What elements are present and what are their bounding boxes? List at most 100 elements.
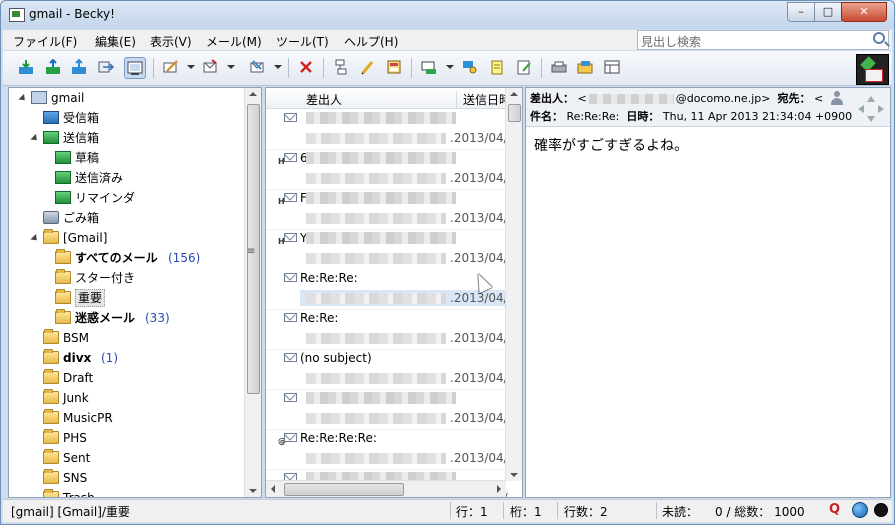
compose-button[interactable] [161,57,181,77]
message-body[interactable]: 確率がすごすぎるよね。 [534,135,688,155]
expand-arrow-icon[interactable] [18,93,28,104]
header-search-box[interactable]: 見出し検索 [637,30,889,50]
open-folder-button[interactable] [575,57,595,77]
print-button[interactable] [549,57,569,77]
redacted-subject [306,192,456,204]
folder-move-button[interactable] [419,57,439,77]
column-header-from[interactable]: 差出人 [306,91,342,108]
message-sender-line: .2013/04/ [300,410,508,426]
toolbar [3,51,892,86]
scroll-grip-icon: ≡ [247,246,256,257]
to-value[interactable]: < [814,92,823,105]
window-title: gmail - Becky! [29,7,115,21]
search-icon[interactable] [873,32,885,44]
redacted-sender [306,453,446,464]
envelope-icon [284,233,297,242]
maximize-button[interactable]: □ [814,2,842,22]
folder-label: ごみ箱 [63,211,100,225]
menu-help[interactable]: ヘルプ(H) [344,33,398,50]
read-mail-icon [284,273,297,282]
nav-up-arrow-icon[interactable] [867,96,875,102]
account-avatar-icon[interactable] [856,54,889,85]
scroll-down-arrow[interactable] [510,473,518,477]
folder-count: (156) [168,251,201,265]
scroll-left-arrow[interactable] [271,485,275,493]
folder-label: BSM [63,331,89,345]
forward-dropdown-arrow[interactable] [274,65,282,69]
folder-label: SNS [63,471,88,485]
find-button[interactable] [460,57,480,77]
globe-icon[interactable] [852,502,868,518]
find-icon [463,61,477,74]
close-button[interactable]: ✕ [841,2,887,22]
folder-count: (1) [101,351,118,365]
column-header-date[interactable]: 送信日時 [456,91,511,108]
message-row[interactable]: (no subject) .2013/04/ [266,349,508,390]
scroll-down-arrow[interactable] [249,489,257,493]
message-row[interactable]: @ Re:Re:Re:Re: .2013/04/ [266,429,508,470]
redacted-sender [306,293,446,304]
message-header: 差出人： < @docomo.ne.jp> 宛先： < 件名： Re:Re:Re:… [526,88,890,127]
folder-move-dropdown-arrow[interactable] [446,65,454,69]
menu-edit[interactable]: 編集(E) [95,33,136,50]
folder-label: 送信箱 [63,131,100,145]
edit-button[interactable] [357,57,377,77]
from-prefix: < [577,92,587,105]
subject-value: Re:Re:Re: [566,110,620,123]
folder-tree-scrollbar[interactable]: ≡ [244,88,261,497]
nav-left-arrow-icon[interactable] [858,105,864,113]
memo-button[interactable] [514,57,534,77]
address-icon [387,60,401,74]
forward-button[interactable] [247,57,267,77]
message-row[interactable]: Re:Re:Re: .2013/04/ [266,269,508,310]
online-status-icon[interactable] [874,503,888,517]
message-row[interactable]: .2013/04/ [266,109,508,150]
q-icon[interactable]: Q [829,502,844,517]
reply-dropdown-arrow[interactable] [227,65,235,69]
scroll-right-arrow[interactable] [497,485,501,493]
delete-button[interactable] [296,57,316,77]
hscroll-thumb[interactable] [284,483,404,496]
receive-button[interactable] [16,57,36,77]
message-row[interactable]: Re:Re: .2013/04/ [266,309,508,350]
title-bar[interactable]: gmail - Becky! – □ ✕ [1,1,894,29]
expand-arrow-icon[interactable] [30,233,40,244]
reply-button[interactable] [200,57,220,77]
menu-tools[interactable]: ツール(T) [276,33,329,50]
scroll-up-arrow[interactable] [510,92,518,96]
compose-dropdown-arrow[interactable] [187,65,195,69]
send-receive-button[interactable] [43,57,63,77]
memo-icon [517,60,531,75]
toolbar-separator [411,58,412,78]
sync-button[interactable] [96,57,116,77]
becky-app-icon[interactable] [9,8,25,22]
nav-down-arrow-icon[interactable] [867,116,875,122]
message-row[interactable]: H F .2013/04/ [266,189,508,230]
note-button[interactable] [487,57,507,77]
nav-right-arrow-icon[interactable] [878,105,884,113]
menu-view[interactable]: 表示(V) [150,33,192,50]
minimize-button[interactable]: – [787,2,815,22]
message-row[interactable]: H Y .2013/04/ [266,229,508,270]
message-list-vscrollbar[interactable] [505,88,522,481]
mailbox-icon [31,91,47,104]
message-row[interactable]: H 6.2013/04/ [266,149,508,190]
folder-label: divx [63,351,92,365]
menu-mail[interactable]: メール(M) [206,33,262,50]
expand-arrow-icon[interactable] [30,133,40,144]
menu-file[interactable]: ファイル(F) [13,33,77,50]
send-button[interactable] [69,57,89,77]
toolbar-separator [288,58,289,78]
message-sender-line: .2013/04/ [300,130,508,146]
message-row[interactable]: .2013/04/ [266,389,508,430]
address-button[interactable] [384,57,404,77]
preview-button[interactable] [124,57,146,79]
filter-button[interactable] [331,57,351,77]
layout-button[interactable] [602,57,622,77]
message-list-hscrollbar[interactable] [266,480,506,497]
envelope-icon [284,353,297,362]
add-contact-icon[interactable] [830,91,844,105]
from-domain[interactable]: @docomo.ne.jp> [676,92,771,105]
scroll-up-arrow[interactable] [249,92,257,96]
scroll-thumb[interactable] [508,104,521,122]
